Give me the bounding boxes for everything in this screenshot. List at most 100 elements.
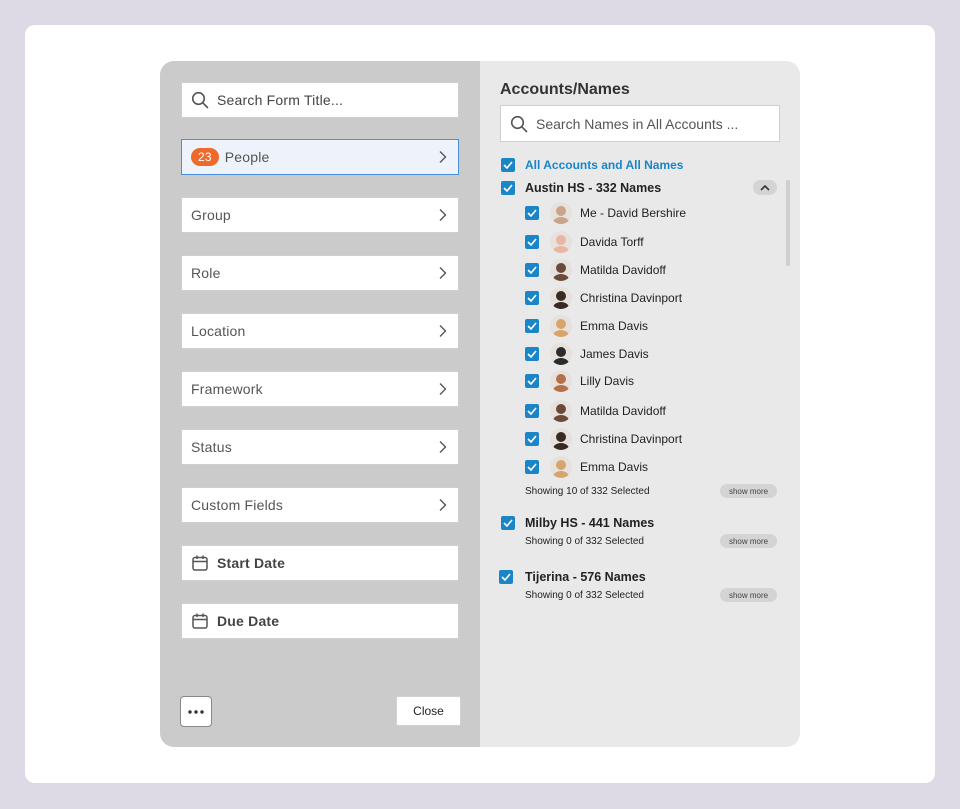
person-checkbox[interactable] <box>525 319 539 333</box>
avatar <box>550 202 572 224</box>
due-date-label: Due Date <box>217 613 280 629</box>
person-checkbox[interactable] <box>525 460 539 474</box>
calendar-icon <box>191 554 209 572</box>
filter-status[interactable]: Status <box>181 429 459 465</box>
filter-framework[interactable]: Framework <box>181 371 459 407</box>
scrollbar[interactable] <box>786 180 790 266</box>
filter-framework-label: Framework <box>191 381 263 397</box>
avatar <box>550 370 572 392</box>
checkmark-icon <box>503 184 513 192</box>
calendar-icon <box>191 612 209 630</box>
filter-sidebar: Search Form Title... 23 People Group Rol… <box>160 61 480 747</box>
chevron-right-icon <box>435 440 449 454</box>
start-date-label: Start Date <box>217 555 286 571</box>
show-more-button[interactable]: show more <box>720 534 777 548</box>
person-name[interactable]: Christina Davinport <box>580 432 682 446</box>
checkmark-icon <box>527 463 537 471</box>
show-more-button[interactable]: show more <box>720 484 777 498</box>
avatar <box>550 287 572 309</box>
checkmark-icon <box>527 238 537 246</box>
names-search-input[interactable]: Search Names in All Accounts ... <box>500 105 780 142</box>
showing-count: Showing 0 of 332 Selected <box>525 590 644 601</box>
checkmark-icon <box>527 435 537 443</box>
show-more-button[interactable]: show more <box>720 588 777 602</box>
filter-people[interactable]: 23 People <box>181 139 459 175</box>
checkmark-icon <box>527 407 537 415</box>
filter-location-label: Location <box>191 323 246 339</box>
filter-group-label: Group <box>191 207 231 223</box>
chevron-right-icon <box>435 382 449 396</box>
group-name-tijerina: Tijerina - 576 Names <box>525 570 646 584</box>
group-checkbox[interactable] <box>501 516 515 530</box>
avatar <box>550 456 572 478</box>
avatar <box>550 428 572 450</box>
form-title-search-input[interactable]: Search Form Title... <box>181 82 459 118</box>
group-checkbox[interactable] <box>499 570 513 584</box>
person-name[interactable]: Me - David Bershire <box>580 206 686 220</box>
person-name[interactable]: James Davis <box>580 347 649 361</box>
person-name[interactable]: Davida Torff <box>580 235 644 249</box>
collapse-group-button[interactable] <box>753 180 777 195</box>
group-name-milby: Milby HS - 441 Names <box>525 516 655 530</box>
chevron-right-icon <box>435 208 449 222</box>
checkmark-icon <box>501 573 511 581</box>
person-name[interactable]: Christina Davinport <box>580 291 682 305</box>
filter-custom-fields-label: Custom Fields <box>191 497 284 513</box>
accounts-panel: Accounts/Names Search Names in All Accou… <box>480 61 800 747</box>
start-date-field[interactable]: Start Date <box>181 545 459 581</box>
filter-role-label: Role <box>191 265 221 281</box>
filter-role[interactable]: Role <box>181 255 459 291</box>
person-name[interactable]: Emma Davis <box>580 319 648 333</box>
person-name[interactable]: Emma Davis <box>580 460 648 474</box>
all-accounts-label[interactable]: All Accounts and All Names <box>525 158 683 172</box>
names-search-placeholder: Search Names in All Accounts ... <box>536 115 739 132</box>
showing-count: Showing 0 of 332 Selected <box>525 536 644 547</box>
avatar <box>550 315 572 337</box>
chevron-right-icon <box>435 266 449 280</box>
more-options-button[interactable] <box>180 696 212 727</box>
search-icon <box>191 91 209 109</box>
checkmark-icon <box>527 322 537 330</box>
checkmark-icon <box>527 350 537 358</box>
group-name-austin: Austin HS - 332 Names <box>525 181 662 195</box>
search-icon <box>510 115 528 133</box>
person-name[interactable]: Matilda Davidoff <box>580 263 666 277</box>
filter-people-label: People <box>224 149 270 165</box>
group-checkbox[interactable] <box>501 181 515 195</box>
due-date-field[interactable]: Due Date <box>181 603 459 639</box>
person-name[interactable]: Lilly Davis <box>580 374 634 388</box>
filter-location[interactable]: Location <box>181 313 459 349</box>
avatar <box>550 343 572 365</box>
person-checkbox[interactable] <box>525 432 539 446</box>
filter-custom-fields[interactable]: Custom Fields <box>181 487 459 523</box>
checkmark-icon <box>503 519 513 527</box>
checkmark-icon <box>527 266 537 274</box>
checkmark-icon <box>527 209 537 217</box>
checkmark-icon <box>503 161 513 169</box>
person-checkbox[interactable] <box>525 291 539 305</box>
chevron-right-icon <box>435 150 449 164</box>
close-button[interactable]: Close <box>396 696 461 726</box>
checkmark-icon <box>527 294 537 302</box>
person-checkbox[interactable] <box>525 263 539 277</box>
avatar <box>550 231 572 253</box>
filter-group[interactable]: Group <box>181 197 459 233</box>
chevron-right-icon <box>435 324 449 338</box>
chevron-up-icon <box>760 184 770 191</box>
avatar <box>550 400 572 422</box>
filter-status-label: Status <box>191 439 232 455</box>
accounts-title: Accounts/Names <box>500 81 630 98</box>
avatar <box>550 259 572 281</box>
ellipsis-icon <box>188 709 204 714</box>
all-accounts-checkbox[interactable] <box>501 158 515 172</box>
person-checkbox[interactable] <box>525 374 539 388</box>
checkmark-icon <box>527 377 537 385</box>
filter-panel: Search Form Title... 23 People Group Rol… <box>160 61 800 747</box>
showing-count: Showing 10 of 332 Selected <box>525 486 650 497</box>
person-checkbox[interactable] <box>525 347 539 361</box>
people-count-badge: 23 <box>191 148 219 166</box>
person-name[interactable]: Matilda Davidoff <box>580 404 666 418</box>
person-checkbox[interactable] <box>525 206 539 220</box>
person-checkbox[interactable] <box>525 235 539 249</box>
person-checkbox[interactable] <box>525 404 539 418</box>
